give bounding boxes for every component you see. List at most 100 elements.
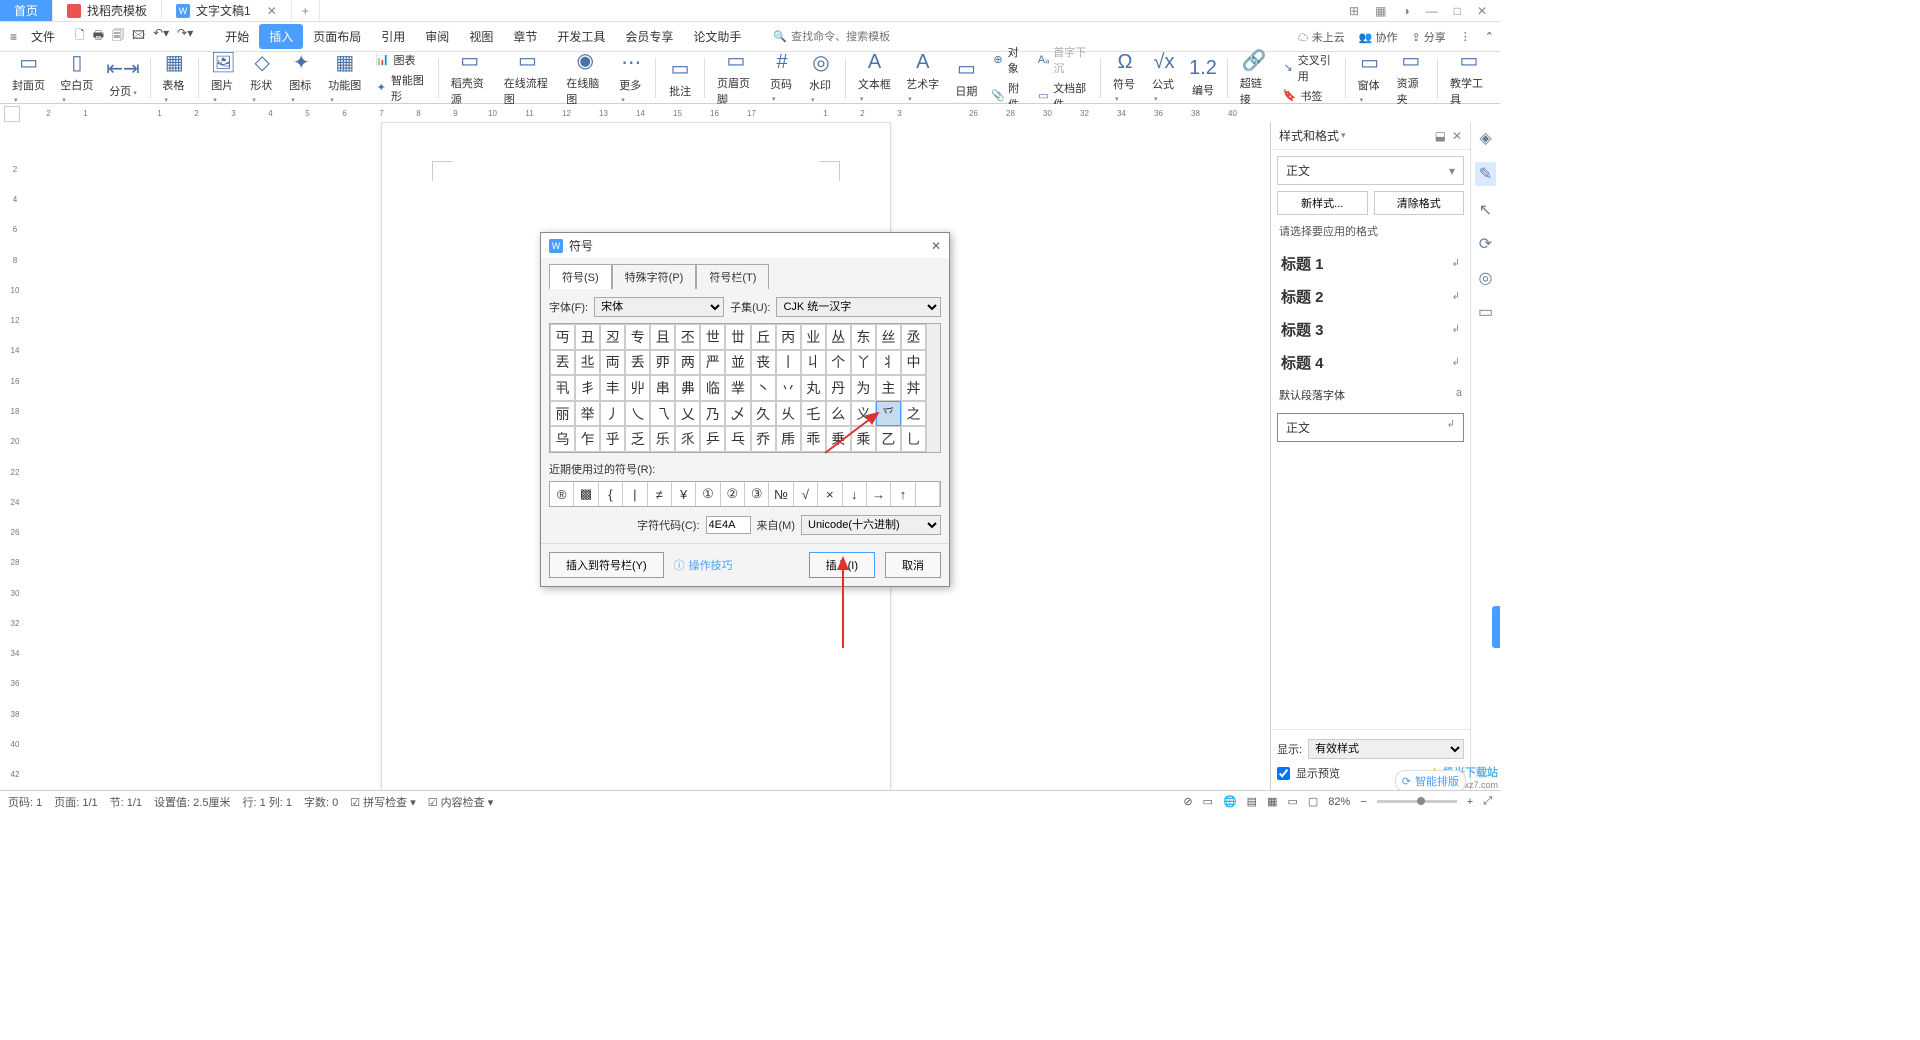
rib-date[interactable]: ▭日期: [948, 54, 984, 101]
char-cell[interactable]: 丗: [725, 324, 750, 350]
char-cell[interactable]: 乓: [725, 426, 750, 452]
char-cell[interactable]: 乗: [826, 426, 851, 452]
recent-symbol[interactable]: →: [867, 482, 891, 506]
rib-funcchart[interactable]: ▦功能图: [322, 48, 367, 107]
style-item-h4[interactable]: 标题 4↲: [1277, 346, 1464, 379]
rib-pagebreak[interactable]: ⇤⇥分页: [103, 54, 144, 101]
rside-styles-icon[interactable]: ✎: [1475, 162, 1496, 186]
win-close-icon[interactable]: ✕: [1474, 4, 1490, 18]
char-cell[interactable]: 丷: [776, 375, 801, 401]
char-cell[interactable]: 乑: [675, 426, 700, 452]
recent-symbol[interactable]: ▩: [574, 482, 598, 506]
char-cell[interactable]: 东: [851, 324, 876, 350]
char-cell[interactable]: 丢: [625, 350, 650, 376]
dialog-close-icon[interactable]: ✕: [931, 239, 941, 253]
smart-layout-chip[interactable]: ⟳ 智能排版: [1395, 770, 1466, 790]
win-theme-icon[interactable]: ◑: [1399, 4, 1412, 18]
char-cell[interactable]: 乏: [625, 426, 650, 452]
char-cell[interactable]: 丝: [876, 324, 901, 350]
char-cell[interactable]: 中: [901, 350, 926, 376]
status-spellcheck[interactable]: ☑ 拼写检查 ▾: [350, 794, 416, 810]
zoom-out-icon[interactable]: −: [1360, 796, 1366, 808]
status-nosmoking-icon[interactable]: ⊘: [1183, 795, 1192, 808]
rib-bookmark[interactable]: 🔖书签: [1277, 87, 1338, 105]
char-cell[interactable]: 丿: [600, 401, 625, 427]
rside-refresh-icon[interactable]: ⟳: [1479, 234, 1492, 254]
qa-paste-icon[interactable]: 🖾: [130, 26, 147, 47]
rib-headerfooter[interactable]: ▭页眉页脚: [711, 46, 761, 109]
dtab-symbolbar[interactable]: 符号栏(T): [696, 264, 769, 289]
status-web-icon[interactable]: 🌐: [1223, 795, 1237, 808]
win-minimize-icon[interactable]: —: [1423, 4, 1441, 18]
panel-pin-icon[interactable]: ⬓: [1435, 129, 1446, 143]
menu-chevron-icon[interactable]: ⌃: [1485, 30, 1494, 43]
clear-format-button[interactable]: 清除格式: [1374, 191, 1465, 215]
char-cell[interactable]: 並: [725, 350, 750, 376]
rib-image[interactable]: 🖼图片: [205, 48, 241, 107]
command-search[interactable]: 🔍: [773, 30, 891, 43]
default-para-font[interactable]: 默认段落字体a: [1271, 379, 1470, 411]
rib-form[interactable]: ▭窗体: [1352, 48, 1388, 107]
char-cell[interactable]: 丼: [901, 375, 926, 401]
win-grid-icon[interactable]: ▦: [1372, 4, 1389, 18]
style-item-h1[interactable]: 标题 1↲: [1277, 247, 1464, 280]
char-cell[interactable]: 乘: [851, 426, 876, 452]
rib-comment[interactable]: ▭批注: [662, 54, 698, 101]
rside-target-icon[interactable]: ◎: [1479, 268, 1493, 288]
rib-shape[interactable]: ◇形状: [244, 48, 280, 107]
char-cell[interactable]: 丛: [826, 324, 851, 350]
new-style-button[interactable]: 新样式...: [1277, 191, 1368, 215]
rib-cover[interactable]: ▭封面页: [6, 48, 51, 107]
rib-chart[interactable]: 📊图表: [371, 51, 432, 69]
char-cell[interactable]: 丠: [575, 350, 600, 376]
char-cell[interactable]: 乐: [650, 426, 675, 452]
char-cell[interactable]: 之: [901, 401, 926, 427]
dtab-special[interactable]: 特殊字符(P): [612, 264, 697, 289]
char-cell[interactable]: 专: [625, 324, 650, 350]
mtab-insert[interactable]: 插入: [259, 24, 303, 49]
from-select[interactable]: Unicode(十六进制): [801, 515, 941, 535]
cloud-status[interactable]: ☁ 未上云: [1298, 29, 1345, 45]
char-cell[interactable]: 丏: [550, 324, 575, 350]
recent-symbol[interactable]: ①: [696, 482, 720, 506]
status-view1-icon[interactable]: ▭: [1203, 795, 1213, 808]
rib-equation[interactable]: √x公式: [1146, 49, 1182, 106]
side-handle[interactable]: [1492, 606, 1500, 648]
rib-dropcap[interactable]: Aₐ首字下沉: [1033, 43, 1094, 77]
rib-resource[interactable]: ▭资源夹: [1391, 46, 1432, 109]
char-cell[interactable]: 乚: [901, 426, 926, 452]
char-cell[interactable]: 丳: [675, 375, 700, 401]
char-cell[interactable]: 乆: [776, 401, 801, 427]
char-cell[interactable]: 个: [826, 350, 851, 376]
style-item-h2[interactable]: 标题 2↲: [1277, 280, 1464, 313]
char-cell[interactable]: 丵: [725, 375, 750, 401]
style-item-h3[interactable]: 标题 3↲: [1277, 313, 1464, 346]
status-view4-icon[interactable]: ▭: [1287, 795, 1297, 808]
char-cell[interactable]: 丮: [550, 375, 575, 401]
recent-symbol[interactable]: {: [599, 482, 623, 506]
rib-watermark[interactable]: ◎水印: [803, 48, 839, 107]
char-cell[interactable]: 乀: [625, 401, 650, 427]
char-cell[interactable]: 丯: [575, 375, 600, 401]
win-maximize-icon[interactable]: □: [1451, 4, 1464, 18]
char-cell[interactable]: 丰: [600, 375, 625, 401]
char-cell[interactable]: 乊: [876, 401, 901, 427]
rib-blankpage[interactable]: ▯空白页: [54, 48, 99, 107]
char-cell[interactable]: 严: [700, 350, 725, 376]
char-cell[interactable]: 丨: [776, 350, 801, 376]
char-cell[interactable]: 丣: [650, 350, 675, 376]
rib-smartart[interactable]: ✦智能图形: [371, 71, 432, 105]
char-cell[interactable]: 久: [751, 401, 776, 427]
char-cell[interactable]: 主: [876, 375, 901, 401]
win-layout-icon[interactable]: ⊞: [1346, 4, 1362, 18]
tab-document[interactable]: W文字文稿1✕: [162, 0, 292, 21]
char-cell[interactable]: 丞: [901, 324, 926, 350]
rside-box-icon[interactable]: ▭: [1478, 302, 1493, 322]
char-cell[interactable]: 丬: [876, 350, 901, 376]
charcode-input[interactable]: [706, 516, 751, 534]
rib-pagenum[interactable]: #页码: [764, 49, 800, 106]
tab-close-icon[interactable]: ✕: [267, 4, 277, 18]
collab-btn[interactable]: 👥 协作: [1359, 29, 1398, 45]
rib-crossref[interactable]: ↘交叉引用: [1277, 51, 1338, 85]
char-cell[interactable]: 丸: [801, 375, 826, 401]
